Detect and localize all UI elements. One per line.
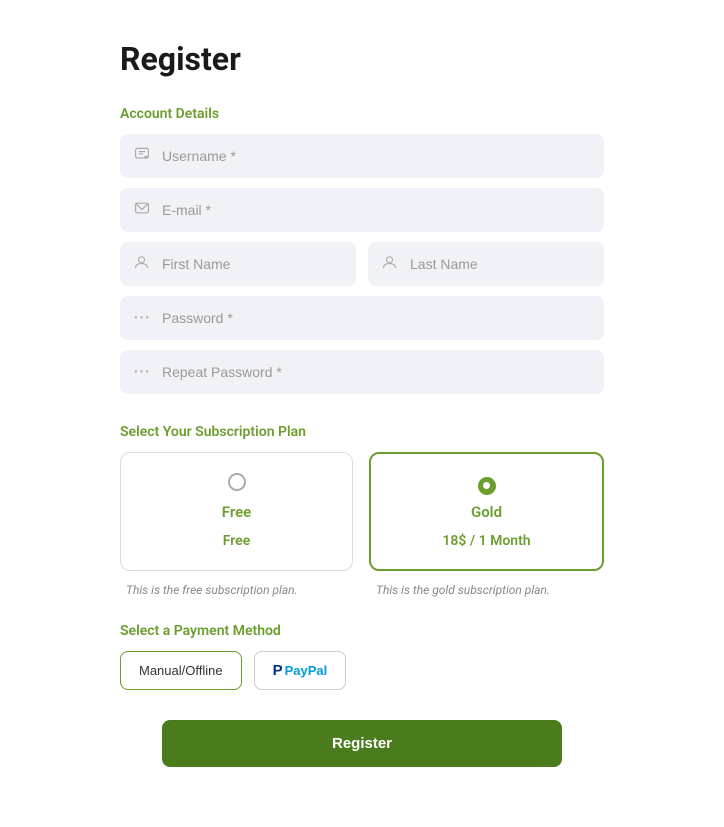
- plan-gold-radio: [478, 477, 496, 495]
- paypal-text-icon: PayPal: [285, 663, 328, 678]
- payment-section: Select a Payment Method Manual/Offline P…: [120, 623, 604, 690]
- plan-free[interactable]: Free Free: [120, 452, 353, 571]
- email-wrapper: [120, 188, 604, 232]
- plan-free-radio: [228, 473, 246, 491]
- manual-offline-label: Manual/Offline: [139, 663, 223, 678]
- payment-label: Select a Payment Method: [120, 623, 604, 639]
- subscription-label: Select Your Subscription Plan: [120, 424, 604, 440]
- register-btn-container: Register: [120, 720, 604, 767]
- account-section-label: Account Details: [120, 106, 604, 122]
- plan-gold-name: Gold: [387, 503, 586, 521]
- username-input[interactable]: [120, 134, 604, 178]
- username-wrapper: [120, 134, 604, 178]
- lastname-input[interactable]: [368, 242, 604, 286]
- payment-methods: Manual/Offline P PayPal: [120, 651, 604, 690]
- firstname-input[interactable]: [120, 242, 356, 286]
- paypal-p-icon: P: [273, 662, 283, 679]
- plan-gold-description: This is the gold subscription plan.: [376, 583, 598, 597]
- repeat-password-input[interactable]: [120, 350, 604, 394]
- lastname-wrapper: [368, 242, 604, 286]
- name-row: [120, 242, 604, 296]
- plans-row: Free Free Gold 18$ / 1 Month: [120, 452, 604, 571]
- repeat-password-wrapper: •••: [120, 350, 604, 394]
- page-container: Register Account Details: [0, 0, 724, 827]
- plan-free-price: Free: [137, 533, 336, 549]
- plan-gold[interactable]: Gold 18$ / 1 Month: [369, 452, 604, 571]
- password-input[interactable]: [120, 296, 604, 340]
- firstname-wrapper: [120, 242, 356, 286]
- subscription-section: Select Your Subscription Plan Free Free …: [120, 424, 604, 597]
- register-button[interactable]: Register: [162, 720, 562, 767]
- email-input[interactable]: [120, 188, 604, 232]
- paypal-logo: P PayPal: [273, 662, 328, 679]
- password-wrapper: •••: [120, 296, 604, 340]
- manual-offline-button[interactable]: Manual/Offline: [120, 651, 242, 690]
- plan-free-description: This is the free subscription plan.: [126, 583, 348, 597]
- plan-gold-price: 18$ / 1 Month: [387, 533, 586, 549]
- account-section: Account Details: [120, 106, 604, 394]
- paypal-button[interactable]: P PayPal: [254, 651, 347, 690]
- plan-free-name: Free: [137, 503, 336, 521]
- page-title: Register: [120, 40, 604, 78]
